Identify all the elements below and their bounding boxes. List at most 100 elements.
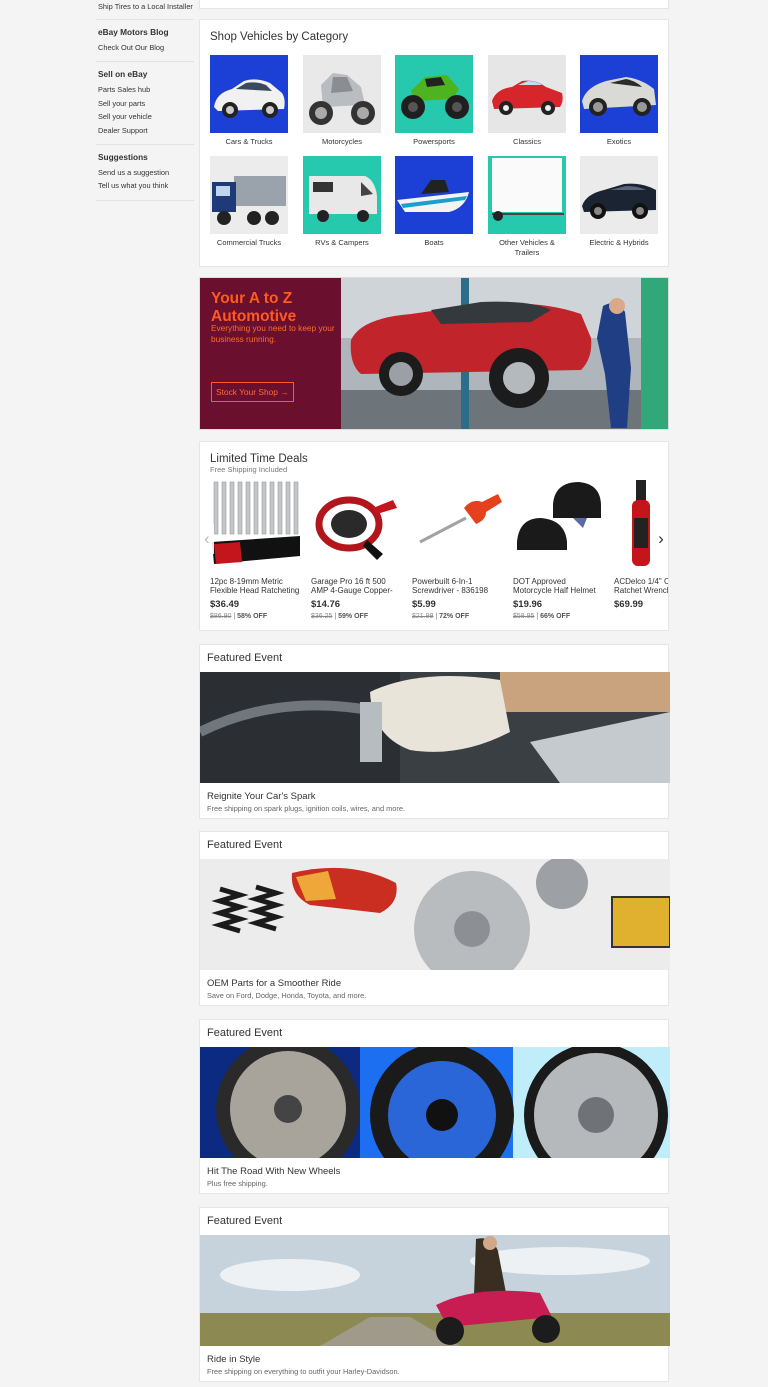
featured-event-heading: Featured Event <box>207 839 283 851</box>
trailer-photo-icon <box>488 156 566 234</box>
sidebar: Ship Tires to a Local Installer eBay Mot… <box>96 0 194 208</box>
category-tile-cars-trucks[interactable]: Cars & Trucks <box>210 55 288 147</box>
classic-car-photo-icon <box>488 55 566 133</box>
deal-name: 12pc 8-19mm Metric Flexible Head Ratchet… <box>210 578 300 596</box>
deal-item-screwdriver[interactable]: Powerbuilt 6-In-1 Screwdriver - 836198 $… <box>412 478 504 620</box>
deal-discount: $86.90 | 58% OFF <box>210 613 268 620</box>
promo-car-lift-photo <box>341 278 668 429</box>
sidebar-link-sell-parts[interactable]: Sell your parts <box>98 97 194 110</box>
sidebar-link-sell-vehicle[interactable]: Sell your vehicle <box>98 110 194 123</box>
category-label: Powersports <box>413 137 455 146</box>
sidebar-group-tires: Ship Tires to a Local Installer <box>96 0 194 20</box>
featured-event-description: Free shipping on spark plugs, ignition c… <box>207 804 406 813</box>
featured-event-description: Plus free shipping. <box>207 1179 268 1188</box>
sidebar-heading-blog: eBay Motors Blog <box>98 27 169 37</box>
category-label: Boats <box>424 238 444 247</box>
sidebar-link-dealer-support[interactable]: Dealer Support <box>98 124 194 137</box>
category-tile-rvs-campers[interactable]: RVs & Campers <box>303 156 381 248</box>
featured-event-heading: Featured Event <box>207 652 283 664</box>
deal-percent-off: 58% OFF <box>237 613 268 620</box>
featured-event-oem-parts[interactable]: Featured Event OEM Parts for a Smoother … <box>199 831 670 1006</box>
stock-your-shop-button[interactable]: Stock Your Shop → <box>211 382 294 402</box>
category-section-title: Shop Vehicles by Category <box>210 31 349 43</box>
ratchet-wrench-photo-icon <box>614 478 668 568</box>
previous-card-edge <box>199 0 669 9</box>
category-label: Electric & Hybrids <box>589 238 649 247</box>
deal-price: $5.99 <box>412 599 436 610</box>
category-tile-powersports[interactable]: Powersports <box>395 55 473 147</box>
deal-percent-off: 72% OFF <box>439 613 470 620</box>
motorcycle-photo-icon <box>303 55 381 133</box>
screwdriver-photo-icon <box>412 478 504 568</box>
category-tile-commercial-trucks[interactable]: Commercial Trucks <box>210 156 288 248</box>
rv-photo-icon <box>303 156 381 234</box>
deal-item-wrench-set[interactable]: 12pc 8-19mm Metric Flexible Head Ratchet… <box>210 478 302 620</box>
deal-price: $14.76 <box>311 599 341 610</box>
sidebar-link-parts-sales-hub[interactable]: Parts Sales hub <box>98 83 194 96</box>
deal-original-price: $58.95 <box>513 613 535 620</box>
carousel-prev-button[interactable]: ‹ <box>200 524 214 554</box>
deal-name: DOT Approved Motorcycle Half Helmet Chop… <box>513 578 601 596</box>
promo-banner-automotive[interactable]: Your A to Z Automotive Everything you ne… <box>199 277 669 430</box>
car-photo-icon <box>210 55 288 133</box>
featured-event-name: Ride in Style <box>207 1354 261 1365</box>
vehicle-category-card: Shop Vehicles by Category Cars & Trucks … <box>199 19 669 267</box>
category-tile-exotics[interactable]: Exotics <box>580 55 658 147</box>
featured-event-name: OEM Parts for a Smoother Ride <box>207 978 342 989</box>
deal-name: Powerbuilt 6-In-1 Screwdriver - 836198 <box>412 578 489 595</box>
deal-price: $69.99 <box>614 599 644 610</box>
sidebar-group-suggestions: Suggestions Send us a suggestion Tell us… <box>96 152 194 201</box>
sidebar-link-blog[interactable]: Check Out Our Blog <box>98 41 194 54</box>
deals-title: Limited Time Deals <box>210 453 308 465</box>
deal-discount: $58.95 | 66% OFF <box>513 613 571 620</box>
featured-event-wheels[interactable]: Featured Event Hit The Road With New Whe… <box>199 1019 670 1194</box>
deal-percent-off: 66% OFF <box>540 613 571 620</box>
oem-parts-photo <box>200 859 670 970</box>
sidebar-heading-sell: Sell on eBay <box>98 69 148 80</box>
chevron-right-icon: › <box>658 529 664 548</box>
deal-price: $19.96 <box>513 599 543 610</box>
sidebar-link-ship-tires[interactable]: Ship Tires to a Local Installer <box>98 2 194 12</box>
spark-plug-photo <box>200 672 670 783</box>
promo-subtitle: Everything you need to keep your busines… <box>211 323 335 344</box>
atv-photo-icon <box>395 55 473 133</box>
featured-event-description: Save on Ford, Dodge, Honda, Toyota, and … <box>207 991 367 1000</box>
deal-name: ACDelco 1/4" Cordless Ratchet Wrench 240… <box>614 578 669 596</box>
wrench-set-photo-icon <box>210 478 302 568</box>
featured-event-name: Reignite Your Car's Spark <box>207 791 316 802</box>
category-label: Other Vehicles & Trailers <box>499 238 555 257</box>
helmet-photo-icon <box>513 478 605 568</box>
deal-name: Garage Pro 16 ft 500 AMP 4-Gauge Copper-… <box>311 578 393 596</box>
category-tile-other-vehicles[interactable]: Other Vehicles & Trailers <box>488 156 566 257</box>
featured-event-name: Hit The Road With New Wheels <box>207 1166 341 1177</box>
deal-item-jumper-cables[interactable]: Garage Pro 16 ft 500 AMP 4-Gauge Copper-… <box>311 478 403 620</box>
category-tile-electric-hybrids[interactable]: Electric & Hybrids <box>580 156 658 248</box>
featured-event-description: Free shipping on everything to outfit yo… <box>207 1367 400 1376</box>
motorcycle-rider-photo <box>200 1235 670 1346</box>
category-label: Motorcycles <box>321 137 362 146</box>
sidebar-group-blog: eBay Motors Blog Check Out Our Blog <box>96 27 194 63</box>
category-label: Cars & Trucks <box>225 137 273 146</box>
carousel-next-button[interactable]: › <box>654 524 668 554</box>
deal-discount: $36.25 | 59% OFF <box>311 613 369 620</box>
jumper-cables-photo-icon <box>311 478 403 568</box>
category-tile-classics[interactable]: Classics <box>488 55 566 147</box>
deal-price: $36.49 <box>210 599 240 610</box>
sidebar-link-send-suggestion[interactable]: Send us a suggestion <box>98 166 194 179</box>
dump-truck-photo-icon <box>210 156 288 234</box>
featured-event-heading: Featured Event <box>207 1027 283 1039</box>
sidebar-group-sell: Sell on eBay Parts Sales hub Sell your p… <box>96 69 194 146</box>
featured-event-spark[interactable]: Featured Event Reignite Your Car's Spark… <box>199 644 670 819</box>
category-tile-motorcycles[interactable]: Motorcycles <box>303 55 381 147</box>
deal-item-helmet[interactable]: DOT Approved Motorcycle Half Helmet Chop… <box>513 478 605 620</box>
featured-event-ride-in-style[interactable]: Featured Event Ride in Style Free shippi… <box>199 1207 670 1382</box>
limited-time-deals-card: Limited Time Deals Free Shipping Include… <box>199 441 669 631</box>
deals-subtitle: Free Shipping Included <box>210 465 288 474</box>
chevron-left-icon: ‹ <box>204 529 210 548</box>
sidebar-link-tell-us[interactable]: Tell us what you think <box>98 179 194 192</box>
deal-original-price: $86.90 <box>210 613 232 620</box>
electric-car-photo-icon <box>580 156 658 234</box>
boat-photo-icon <box>395 156 473 234</box>
category-tile-boats[interactable]: Boats <box>395 156 473 248</box>
deal-discount: $21.99 | 72% OFF <box>412 613 470 620</box>
